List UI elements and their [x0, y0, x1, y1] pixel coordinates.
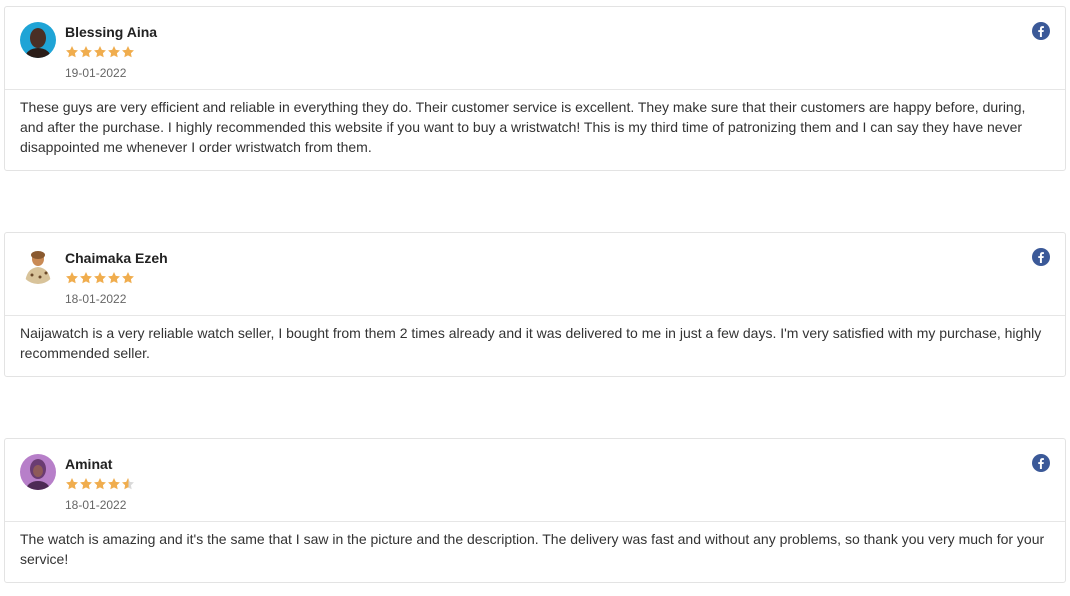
star-icon	[122, 478, 134, 490]
review-text: The watch is amazing and it's the same t…	[20, 531, 1045, 567]
star-icon	[66, 46, 78, 58]
star-icon	[108, 272, 120, 284]
star-icon	[66, 478, 78, 490]
review-header: Blessing Aina 19-01-2022	[5, 7, 1065, 90]
star-icon	[94, 272, 106, 284]
facebook-icon[interactable]	[1032, 22, 1050, 40]
review-card: Chaimaka Ezeh 18-01-2022 Naijawatch is a…	[4, 232, 1066, 377]
star-icon	[108, 46, 120, 58]
star-icon	[80, 478, 92, 490]
facebook-icon[interactable]	[1032, 248, 1050, 266]
review-date: 18-01-2022	[65, 498, 127, 512]
review-text: These guys are very efficient and reliab…	[20, 99, 1026, 155]
facebook-icon[interactable]	[1032, 454, 1050, 472]
avatar	[20, 248, 56, 284]
star-rating	[65, 271, 135, 285]
star-icon	[80, 46, 92, 58]
review-text: Naijawatch is a very reliable watch sell…	[20, 325, 1042, 361]
review-header: Aminat 18-01-2022	[5, 439, 1065, 522]
review-card: Blessing Aina 19-01-2022 These guys are …	[4, 6, 1066, 171]
star-icon	[66, 272, 78, 284]
star-rating	[65, 477, 135, 491]
review-card: Aminat 18-01-2022 The watch is amazing a…	[4, 438, 1066, 583]
star-icon	[108, 478, 120, 490]
star-icon	[122, 272, 134, 284]
review-date: 18-01-2022	[65, 292, 127, 306]
review-date: 19-01-2022	[65, 66, 127, 80]
reviewer-name: Blessing Aina	[65, 24, 158, 40]
star-icon	[94, 46, 106, 58]
review-header: Chaimaka Ezeh 18-01-2022	[5, 233, 1065, 316]
reviewer-name: Aminat	[65, 456, 113, 472]
reviewer-name: Chaimaka Ezeh	[65, 250, 168, 266]
star-icon	[122, 46, 134, 58]
star-rating	[65, 45, 135, 59]
star-icon	[80, 272, 92, 284]
avatar	[20, 454, 56, 490]
star-icon	[94, 478, 106, 490]
avatar	[20, 22, 56, 58]
